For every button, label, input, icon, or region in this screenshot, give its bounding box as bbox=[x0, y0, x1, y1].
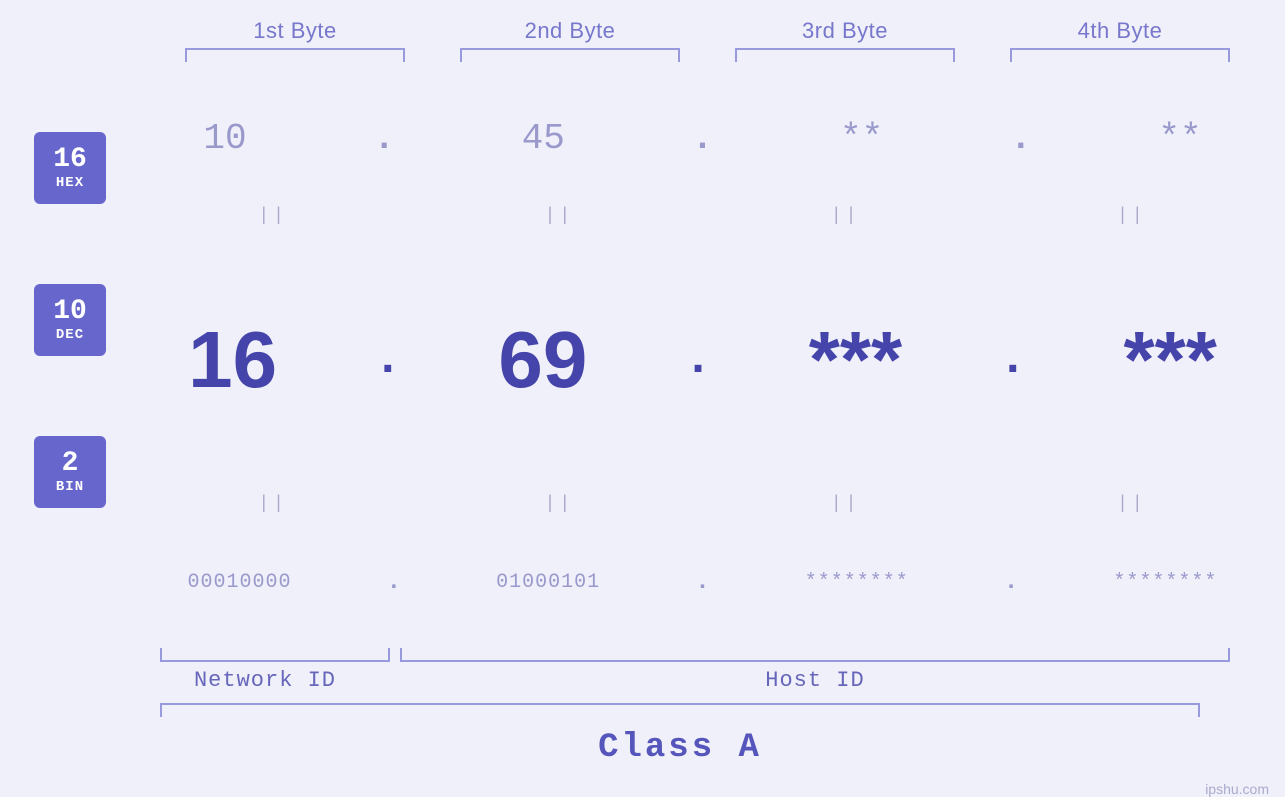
dec-val-2: 69 bbox=[498, 314, 587, 406]
watermark: ipshu.com bbox=[1205, 781, 1269, 797]
top-bracket-4 bbox=[1010, 48, 1230, 62]
hex-badge-number: 16 bbox=[53, 145, 87, 176]
bin-dot-2: . bbox=[695, 569, 709, 596]
hex-val-4: ** bbox=[1158, 118, 1201, 159]
host-bracket bbox=[400, 648, 1230, 662]
bin-val-2: 01000101 bbox=[496, 571, 600, 594]
bin-val-1: 00010000 bbox=[188, 571, 292, 594]
bottom-section: Network ID Host ID Class A ipshu.com bbox=[0, 648, 1285, 767]
bin-val-3: ******** bbox=[805, 571, 909, 594]
dec-badge-number: 10 bbox=[53, 297, 87, 328]
dec-badge: 10 DEC bbox=[34, 284, 106, 356]
top-bracket-2 bbox=[460, 48, 680, 62]
main-container: 1st Byte 2nd Byte 3rd Byte 4th Byte 16 H… bbox=[0, 0, 1285, 767]
top-bracket-3 bbox=[735, 48, 955, 62]
eq-5: || bbox=[130, 494, 416, 514]
eq-7: || bbox=[703, 494, 989, 514]
hex-val-1: 10 bbox=[203, 118, 246, 159]
hex-badge: 16 HEX bbox=[34, 132, 106, 204]
eq-2: || bbox=[416, 206, 702, 226]
class-bracket bbox=[160, 703, 1200, 717]
byte-label-2: 2nd Byte bbox=[433, 18, 708, 44]
network-bracket bbox=[160, 648, 390, 662]
bin-badge-label: BIN bbox=[56, 479, 84, 495]
hex-dot-1: . bbox=[373, 118, 395, 159]
eq-row-1: || || || || bbox=[130, 206, 1275, 226]
dec-badge-label: DEC bbox=[56, 327, 84, 343]
hex-val-2: 45 bbox=[522, 118, 565, 159]
data-section: 10 . 45 . ** . ** || || || || 16 . 69 . bbox=[130, 72, 1285, 648]
eq-6: || bbox=[416, 494, 702, 514]
eq-row-2: || || || || bbox=[130, 494, 1275, 514]
network-id-label: Network ID bbox=[130, 668, 400, 693]
id-labels-row: Network ID Host ID bbox=[130, 668, 1230, 693]
bin-dot-3: . bbox=[1004, 569, 1018, 596]
dec-dot-3: . bbox=[998, 333, 1027, 387]
hex-val-3: ** bbox=[840, 118, 883, 159]
dec-dot-2: . bbox=[684, 333, 713, 387]
class-label-row: Class A bbox=[160, 729, 1200, 767]
dec-val-3: *** bbox=[809, 314, 902, 406]
hex-dot-2: . bbox=[692, 118, 714, 159]
bin-dot-1: . bbox=[387, 569, 401, 596]
class-label: Class A bbox=[598, 729, 762, 767]
byte-label-4: 4th Byte bbox=[983, 18, 1258, 44]
bracket-cell-2 bbox=[433, 48, 708, 62]
eq-4: || bbox=[989, 206, 1275, 226]
badges-column: 16 HEX 10 DEC 2 BIN bbox=[0, 72, 130, 648]
bin-val-4: ******** bbox=[1113, 571, 1217, 594]
host-id-label: Host ID bbox=[400, 668, 1230, 693]
dec-val-4: *** bbox=[1123, 314, 1216, 406]
bracket-cell-3 bbox=[708, 48, 983, 62]
bracket-cell-4 bbox=[983, 48, 1258, 62]
byte-labels-row: 1st Byte 2nd Byte 3rd Byte 4th Byte bbox=[158, 18, 1258, 44]
dec-dot-1: . bbox=[373, 333, 402, 387]
top-bracket-row bbox=[158, 48, 1258, 62]
hex-row: 10 . 45 . ** . ** bbox=[130, 72, 1275, 204]
hex-dot-3: . bbox=[1010, 118, 1032, 159]
byte-label-3: 3rd Byte bbox=[708, 18, 983, 44]
bin-row: 00010000 . 01000101 . ******** . *******… bbox=[130, 516, 1275, 648]
dec-val-1: 16 bbox=[188, 314, 277, 406]
bin-badge: 2 BIN bbox=[34, 436, 106, 508]
eq-8: || bbox=[989, 494, 1275, 514]
eq-1: || bbox=[130, 206, 416, 226]
byte-label-1: 1st Byte bbox=[158, 18, 433, 44]
dec-row: 16 . 69 . *** . *** bbox=[130, 228, 1275, 492]
hex-badge-label: HEX bbox=[56, 175, 84, 191]
bracket-cell-1 bbox=[158, 48, 433, 62]
top-bracket-1 bbox=[185, 48, 405, 62]
bin-badge-number: 2 bbox=[62, 449, 79, 480]
eq-3: || bbox=[703, 206, 989, 226]
bottom-brackets bbox=[130, 648, 1230, 662]
